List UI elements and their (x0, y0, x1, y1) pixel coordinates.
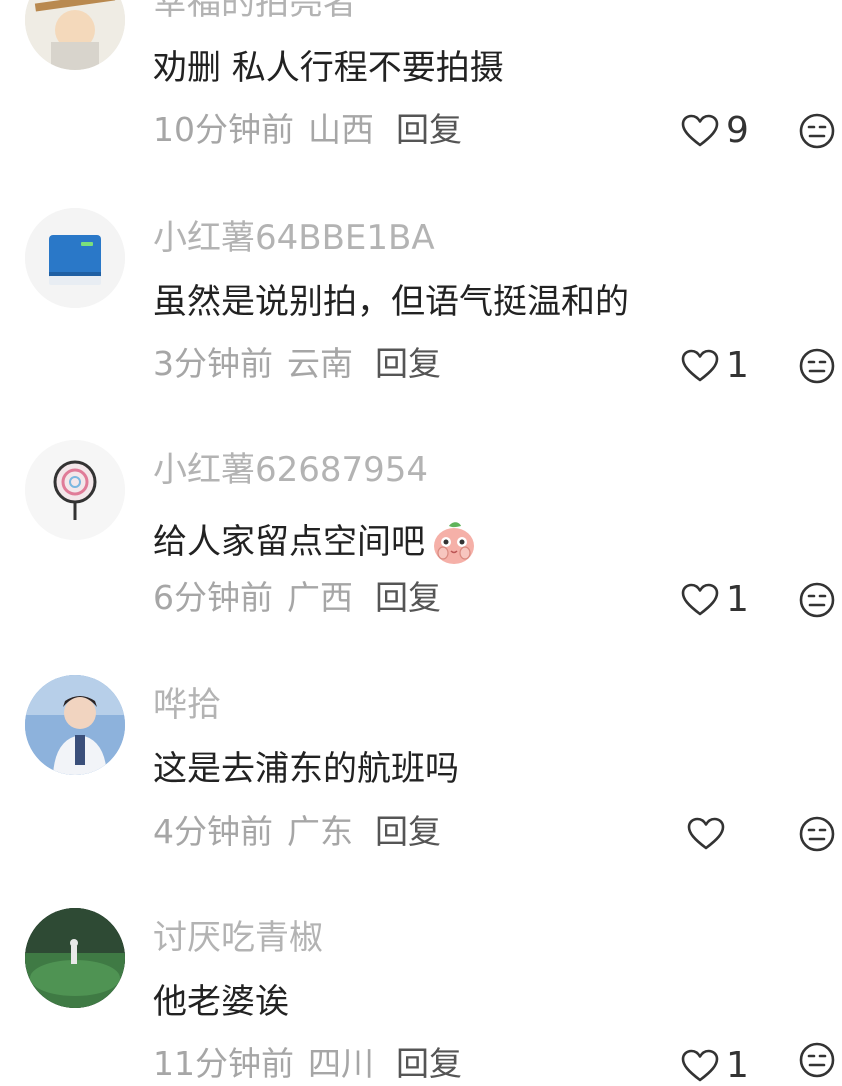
comment-username[interactable]: 讨厌吃青椒 (153, 921, 323, 955)
peach-face-emoji (434, 522, 474, 564)
reply-button[interactable]: 回复 (375, 578, 441, 617)
photo-avatar-icon (25, 675, 125, 775)
comment-text: 这是去浦东的航班吗 (153, 749, 459, 789)
comment-meta: 3分钟前 云南 回复 (153, 347, 441, 380)
like-button[interactable]: 1 (680, 346, 749, 386)
heart-icon (681, 583, 719, 616)
field-photo-avatar-icon (25, 908, 125, 1008)
comment-meta: 6分钟前 广西 回复 (153, 581, 441, 614)
comment-region: 四川 (308, 1044, 374, 1083)
heart-icon (681, 349, 719, 382)
like-button[interactable]: 1 (680, 580, 749, 620)
comment-region: 广西 (287, 578, 353, 617)
heart-icon (687, 817, 725, 850)
comment-username[interactable]: 小红薯62687954 (153, 453, 428, 487)
comment-meta: 11分钟前 四川 回复 (153, 1047, 462, 1080)
comment-region: 云南 (287, 344, 353, 383)
avatar[interactable] (25, 675, 125, 775)
like-button[interactable]: 1 (680, 1046, 749, 1086)
dislike-face-icon[interactable] (797, 580, 837, 620)
dislike-face-icon[interactable] (797, 346, 837, 386)
comment-region: 广东 (287, 812, 353, 851)
like-count: 1 (726, 345, 749, 386)
avatar[interactable] (25, 440, 125, 540)
heart-icon (681, 1049, 719, 1082)
comment-text: 给人家留点空间吧 (153, 517, 479, 567)
dislike-face-icon[interactable] (797, 1040, 837, 1080)
like-button[interactable] (686, 814, 732, 854)
reply-button[interactable]: 回复 (375, 344, 441, 383)
comment-meta: 4分钟前 广东 回复 (153, 815, 441, 848)
comment-item: 讨厌吃青椒 他老婆诶 11分钟前 四川 回复 1 (0, 0, 842, 1084)
reply-button[interactable]: 回复 (375, 812, 441, 851)
comment-text: 他老婆诶 (153, 982, 289, 1022)
comment-time: 3分钟前 (153, 344, 273, 383)
dislike-face-icon[interactable] (797, 814, 837, 854)
comment-time: 4分钟前 (153, 812, 273, 851)
comment-text-content: 给人家留点空间吧 (153, 522, 425, 562)
like-count: 1 (726, 579, 749, 620)
comment-time: 6分钟前 (153, 578, 273, 617)
avatar[interactable] (25, 908, 125, 1008)
lollipop-icon (25, 440, 125, 540)
reply-button[interactable]: 回复 (396, 1044, 462, 1083)
comment-time: 11分钟前 (153, 1044, 294, 1083)
comment-username[interactable]: 哗拾 (153, 688, 221, 722)
comment-text: 虽然是说别拍，但语气挺温和的 (153, 282, 629, 322)
like-count: 1 (726, 1045, 749, 1086)
